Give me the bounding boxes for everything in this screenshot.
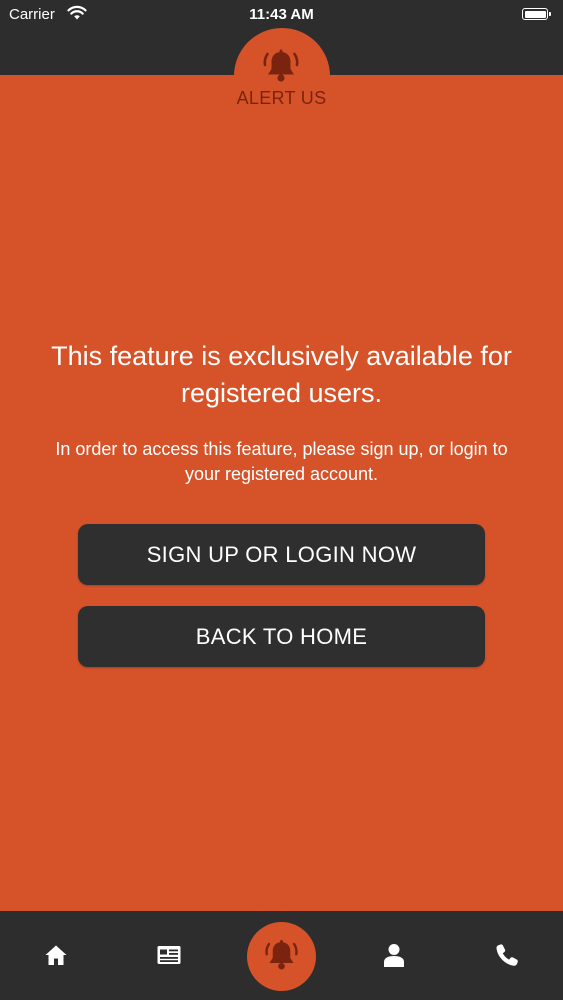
status-bar: Carrier 11:43 AM [0,0,563,30]
tab-news[interactable] [129,911,209,1000]
message-title: This feature is exclusively available fo… [51,341,512,408]
news-icon [157,946,181,964]
tab-alert[interactable] [247,922,316,991]
tab-profile[interactable] [354,911,434,1000]
home-icon [45,945,67,965]
bell-icon [265,939,298,970]
status-time: 11:43 AM [249,6,314,23]
tab-phone[interactable] [467,911,547,1000]
message-body: In order to access this feature, please … [55,439,508,484]
user-icon [384,944,404,967]
page-title: ALERT US [236,88,327,108]
bell-icon [263,49,299,82]
phone-icon [496,944,518,966]
back-to-home-button[interactable]: BACK TO HOME [78,606,485,667]
tab-home[interactable] [16,911,96,1000]
battery-icon [522,8,551,20]
sign-up-or-login-button[interactable]: SIGN UP OR LOGIN NOW [78,524,485,585]
